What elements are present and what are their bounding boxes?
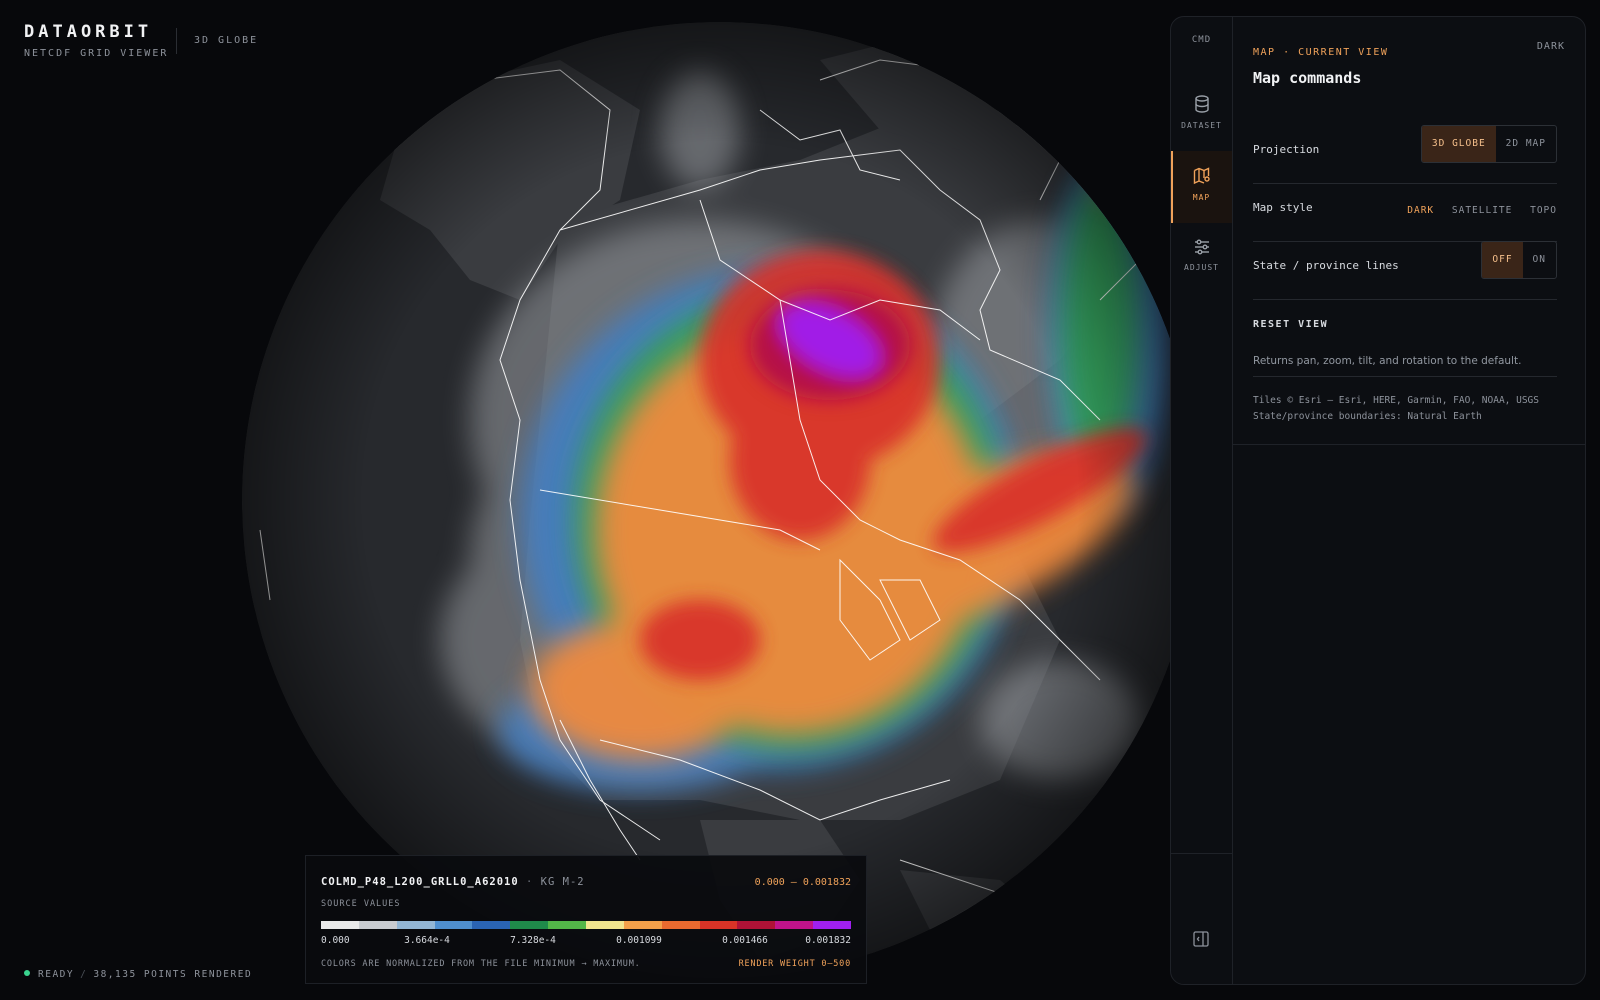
rail-item-adjust[interactable]: ADJUST [1171, 223, 1232, 295]
projection-row: Projection 3D GLOBE 2D MAP [1253, 125, 1557, 184]
map-style-option-dark[interactable]: DARK [1407, 205, 1434, 216]
state-lines-toggle: OFF ON [1481, 241, 1557, 279]
rail-cmd-label: CMD [1191, 35, 1212, 45]
section-eyebrow: MAP · CURRENT VIEW [1253, 47, 1389, 58]
projection-label: Projection [1253, 143, 1320, 156]
attribution-tiles: Tiles © Esri — Esri, HERE, Garmin, FAO, … [1253, 395, 1539, 406]
state-lines-option-on[interactable]: ON [1523, 242, 1556, 278]
brand-divider [176, 28, 177, 54]
legend-color-step [434, 921, 473, 929]
rail-item-label: DATASET [1181, 121, 1222, 130]
legend-variable-name: COLMD_P48_L200_GRLL0_A62010 [321, 876, 519, 888]
legend-tick-label: 0.000 [321, 935, 350, 946]
database-icon [1194, 95, 1209, 113]
state-lines-label: State / province lines [1253, 259, 1399, 272]
status-bar: READY / 38,135 POINTS RENDERED [24, 969, 252, 980]
command-rail: CMD DATASET MAP ADJUST [1171, 17, 1233, 984]
legend-color-step [623, 921, 662, 929]
legend-variable: COLMD_P48_L200_GRLL0_A62010 · KG M-2 [321, 876, 585, 888]
legend-color-step [586, 921, 624, 929]
projection-option-3d-globe[interactable]: 3D GLOBE [1421, 126, 1496, 162]
legend-tick-label: 3.664e-4 [404, 935, 450, 946]
rail-item-label: ADJUST [1184, 263, 1219, 272]
map-style-option-topo[interactable]: TOPO [1530, 205, 1557, 216]
render-weight[interactable]: RENDER WEIGHT 0–500 [739, 959, 851, 969]
state-lines-row: State / province lines OFF ON [1253, 241, 1557, 300]
rail-item-dataset[interactable]: DATASET [1171, 79, 1232, 151]
app-subtitle: NETCDF GRID VIEWER [24, 48, 169, 59]
projection-option-2d-map[interactable]: 2D MAP [1496, 126, 1556, 162]
projection-toggle: 3D GLOBE 2D MAP [1420, 125, 1557, 163]
command-panel: CMD DATASET MAP ADJUST MAP · CURRENT VIE… [1170, 16, 1586, 985]
status-dot [24, 970, 30, 976]
legend-color-step [661, 921, 700, 929]
legend-color-step [548, 921, 587, 929]
legend-tick-label: 7.328e-4 [510, 935, 556, 946]
rail-item-label: MAP [1192, 193, 1211, 202]
rail-divider [1171, 853, 1232, 854]
reset-view-description: Returns pan, zoom, tilt, and rotation to… [1253, 355, 1522, 367]
app-title: DATAORBIT [24, 22, 153, 42]
legend-color-ramp [321, 921, 852, 929]
legend-tick-label: 0.001832 [805, 935, 851, 946]
legend-color-step [775, 921, 814, 929]
attribution: Tiles © Esri — Esri, HERE, Garmin, FAO, … [1253, 393, 1539, 425]
legend-color-step [472, 921, 511, 929]
legend-color-step [510, 921, 549, 929]
map-commands-section: MAP · CURRENT VIEW DARK Map commands Pro… [1233, 17, 1585, 445]
attribution-divider [1253, 376, 1557, 377]
legend-tick-label: 0.001466 [722, 935, 768, 946]
legend-color-step [813, 921, 852, 929]
legend-source: SOURCE VALUES [321, 899, 401, 909]
legend-ticks: 0.000 3.664e-4 7.328e-4 0.001099 0.001466 0.0… [321, 935, 851, 949]
legend-color-step [321, 921, 359, 929]
map-style-row: Map style DARK SATELLITE TOPO [1253, 183, 1557, 242]
status-state: READY [38, 969, 75, 980]
legend-tick-label: 0.001099 [616, 935, 662, 946]
sliders-icon [1194, 239, 1209, 255]
legend-color-step [737, 921, 776, 929]
legend-color-step [358, 921, 397, 929]
legend-range: 0.000 – 0.001832 [754, 877, 851, 888]
color-legend: COLMD_P48_L200_GRLL0_A62010 · KG M-2 0.0… [305, 855, 867, 984]
map-style-options: DARK SATELLITE TOPO [1396, 205, 1557, 216]
panel-collapse-icon [1193, 931, 1209, 947]
legend-note: COLORS ARE NORMALIZED FROM THE FILE MINI… [321, 959, 641, 969]
legend-color-step [699, 921, 738, 929]
map-style-label: Map style [1253, 201, 1313, 214]
view-mode-label: 3D GLOBE [194, 35, 259, 46]
state-lines-option-off[interactable]: OFF [1482, 242, 1523, 278]
status-separator: / [80, 969, 88, 980]
map-style-option-satellite[interactable]: SATELLITE [1452, 205, 1512, 216]
legend-unit: KG M-2 [540, 876, 585, 888]
reset-view-button[interactable]: RESET VIEW [1253, 319, 1328, 330]
attribution-boundaries: State/province boundaries: Natural Earth [1253, 411, 1482, 422]
map-icon [1193, 167, 1210, 185]
legend-separator: · [526, 876, 534, 888]
legend-color-step [396, 921, 435, 929]
panel-collapse-button[interactable] [1190, 928, 1212, 954]
rail-item-map[interactable]: MAP [1171, 151, 1232, 223]
section-title: Map commands [1253, 69, 1362, 87]
brand: DATAORBIT NETCDF GRID VIEWER [24, 22, 168, 59]
status-points: 38,135 POINTS RENDERED [93, 969, 253, 980]
theme-label[interactable]: DARK [1537, 41, 1565, 52]
